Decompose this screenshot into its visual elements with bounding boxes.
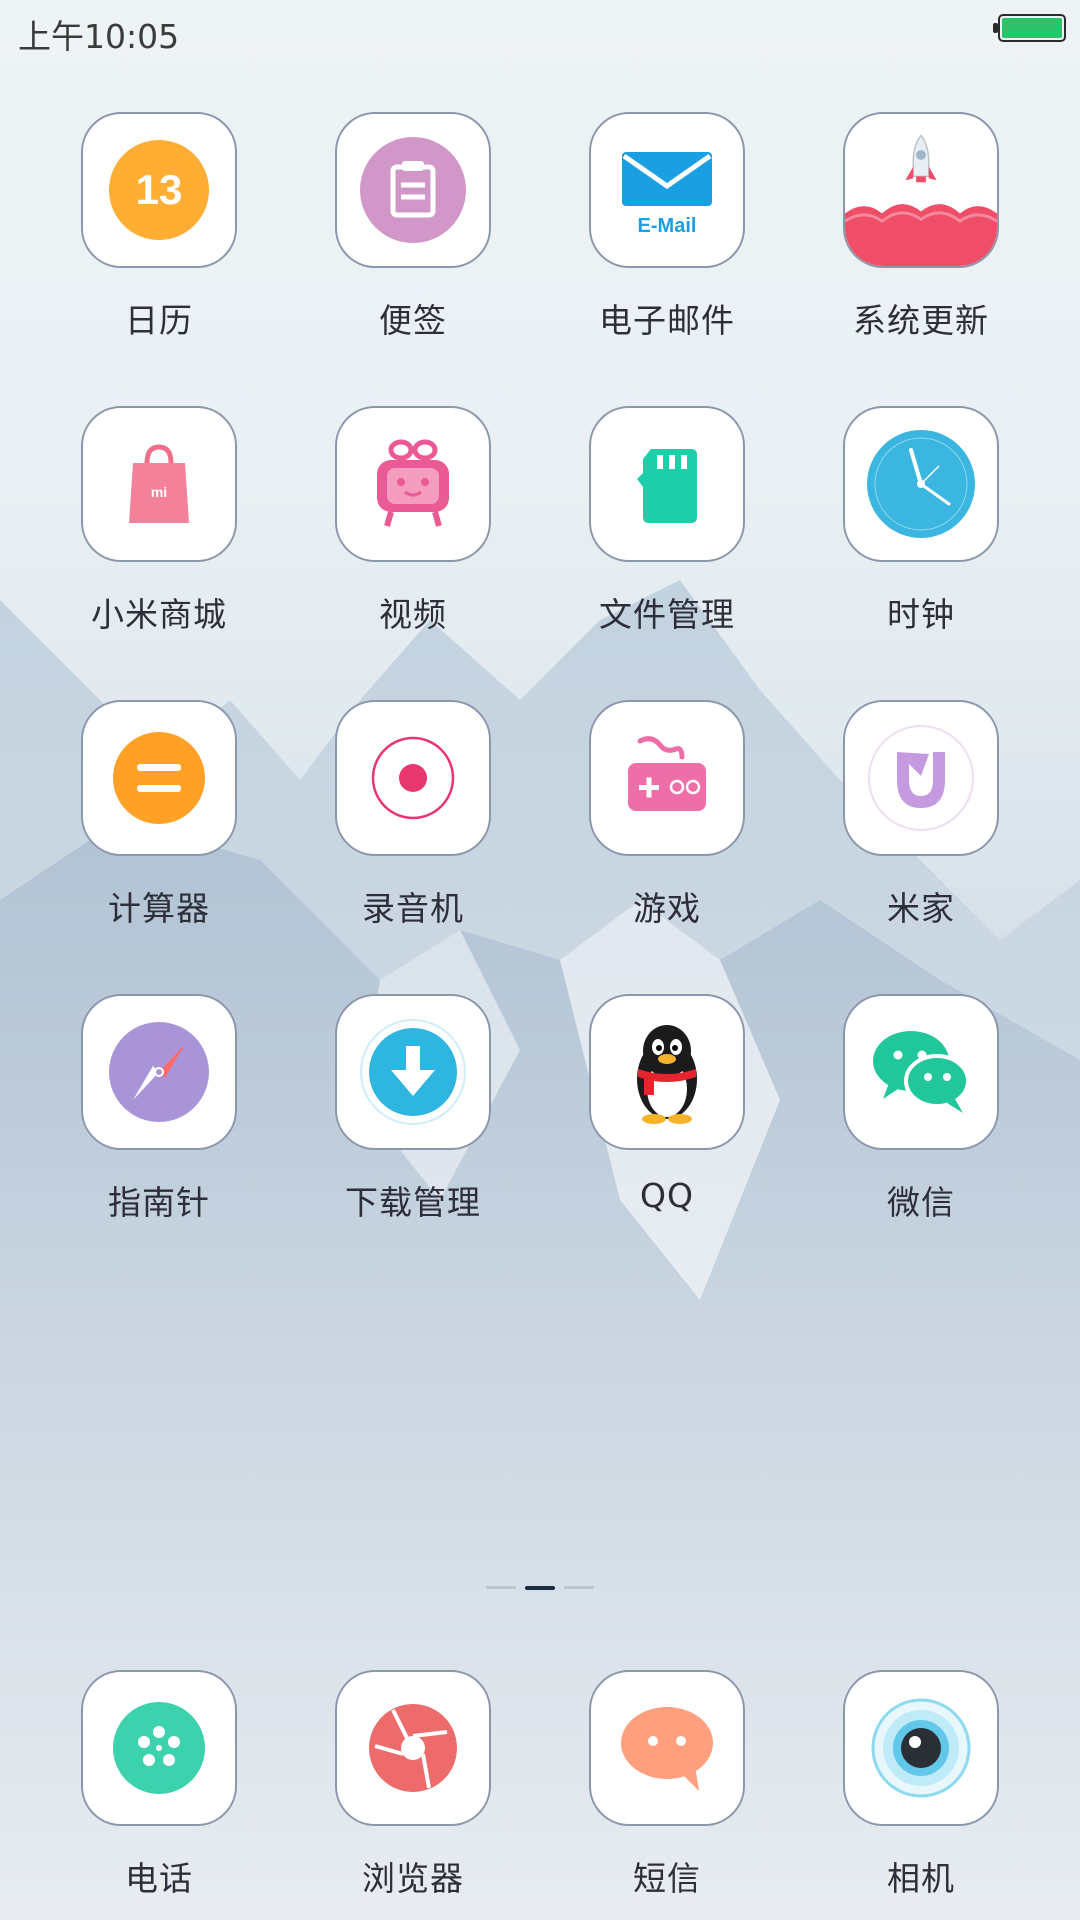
- mijia-icon: [843, 700, 999, 856]
- shopping-bag-icon: mi: [81, 406, 237, 562]
- penguin-icon: [589, 994, 745, 1150]
- app-label: 小米商城: [91, 595, 227, 634]
- app-label: 系统更新: [853, 301, 989, 340]
- dock-phone[interactable]: 电话: [32, 1670, 286, 1900]
- app-mijia[interactable]: 米家: [794, 700, 1048, 930]
- rocket-icon: [843, 112, 999, 268]
- status-bar: 上午10:05: [0, 0, 1080, 62]
- svg-text:13: 13: [136, 166, 183, 213]
- message-icon: [589, 1670, 745, 1826]
- app-label: 相机: [887, 1859, 955, 1898]
- calendar-icon: 13: [81, 112, 237, 268]
- app-label: 文件管理: [599, 595, 735, 634]
- dock-browser[interactable]: 浏览器: [286, 1670, 540, 1900]
- app-label: QQ: [640, 1176, 694, 1215]
- app-game[interactable]: 游戏: [540, 700, 794, 930]
- app-recorder[interactable]: 录音机: [286, 700, 540, 930]
- tv-icon: [335, 406, 491, 562]
- app-calendar[interactable]: 13 日历: [32, 112, 286, 342]
- calculator-icon: [81, 700, 237, 856]
- battery-icon: [993, 14, 1066, 42]
- app-label: 录音机: [362, 889, 464, 928]
- gamepad-icon: [589, 700, 745, 856]
- app-video[interactable]: 视频: [286, 406, 540, 636]
- app-clock[interactable]: 时钟: [794, 406, 1048, 636]
- app-label: 便签: [379, 301, 447, 340]
- app-label: 视频: [379, 595, 447, 634]
- app-wechat[interactable]: 微信: [794, 994, 1048, 1224]
- app-mi-store[interactable]: mi 小米商城: [32, 406, 286, 636]
- compass-icon: [81, 994, 237, 1150]
- page-dot: [564, 1586, 594, 1589]
- browser-icon: [335, 1670, 491, 1826]
- clock-icon: [843, 406, 999, 562]
- app-label: 短信: [633, 1859, 701, 1898]
- app-qq[interactable]: QQ: [540, 994, 794, 1215]
- svg-text:mi: mi: [151, 484, 167, 500]
- app-label: 浏览器: [362, 1859, 464, 1898]
- app-label: 电话: [125, 1859, 193, 1898]
- svg-text:E-Mail: E-Mail: [638, 215, 697, 237]
- phone-icon: [81, 1670, 237, 1826]
- app-label: 时钟: [887, 595, 955, 634]
- app-email[interactable]: E-Mail 电子邮件: [540, 112, 794, 342]
- app-system-update[interactable]: 系统更新: [794, 112, 1048, 342]
- page-indicator: [0, 1586, 1080, 1592]
- app-label: 米家: [887, 889, 955, 928]
- status-time: 上午10:05: [18, 17, 180, 56]
- app-file-manager[interactable]: 文件管理: [540, 406, 794, 636]
- page-dot-active: [525, 1586, 555, 1590]
- app-label: 游戏: [633, 889, 701, 928]
- camera-icon: [843, 1670, 999, 1826]
- app-label: 指南针: [108, 1183, 210, 1222]
- download-icon: [335, 994, 491, 1150]
- app-compass[interactable]: 指南针: [32, 994, 286, 1224]
- app-label: 下载管理: [345, 1183, 481, 1222]
- sd-card-icon: [589, 406, 745, 562]
- app-notes[interactable]: 便签: [286, 112, 540, 342]
- record-icon: [335, 700, 491, 856]
- app-label: 计算器: [108, 889, 210, 928]
- notes-icon: [335, 112, 491, 268]
- app-calculator[interactable]: 计算器: [32, 700, 286, 930]
- app-label: 微信: [887, 1183, 955, 1222]
- dock-camera[interactable]: 相机: [794, 1670, 1048, 1900]
- email-icon: E-Mail: [589, 112, 745, 268]
- app-label: 日历: [125, 301, 193, 340]
- wechat-icon: [843, 994, 999, 1150]
- app-download-manager[interactable]: 下载管理: [286, 994, 540, 1224]
- page-dot: [486, 1586, 516, 1589]
- dock-messages[interactable]: 短信: [540, 1670, 794, 1900]
- app-label: 电子邮件: [599, 301, 735, 340]
